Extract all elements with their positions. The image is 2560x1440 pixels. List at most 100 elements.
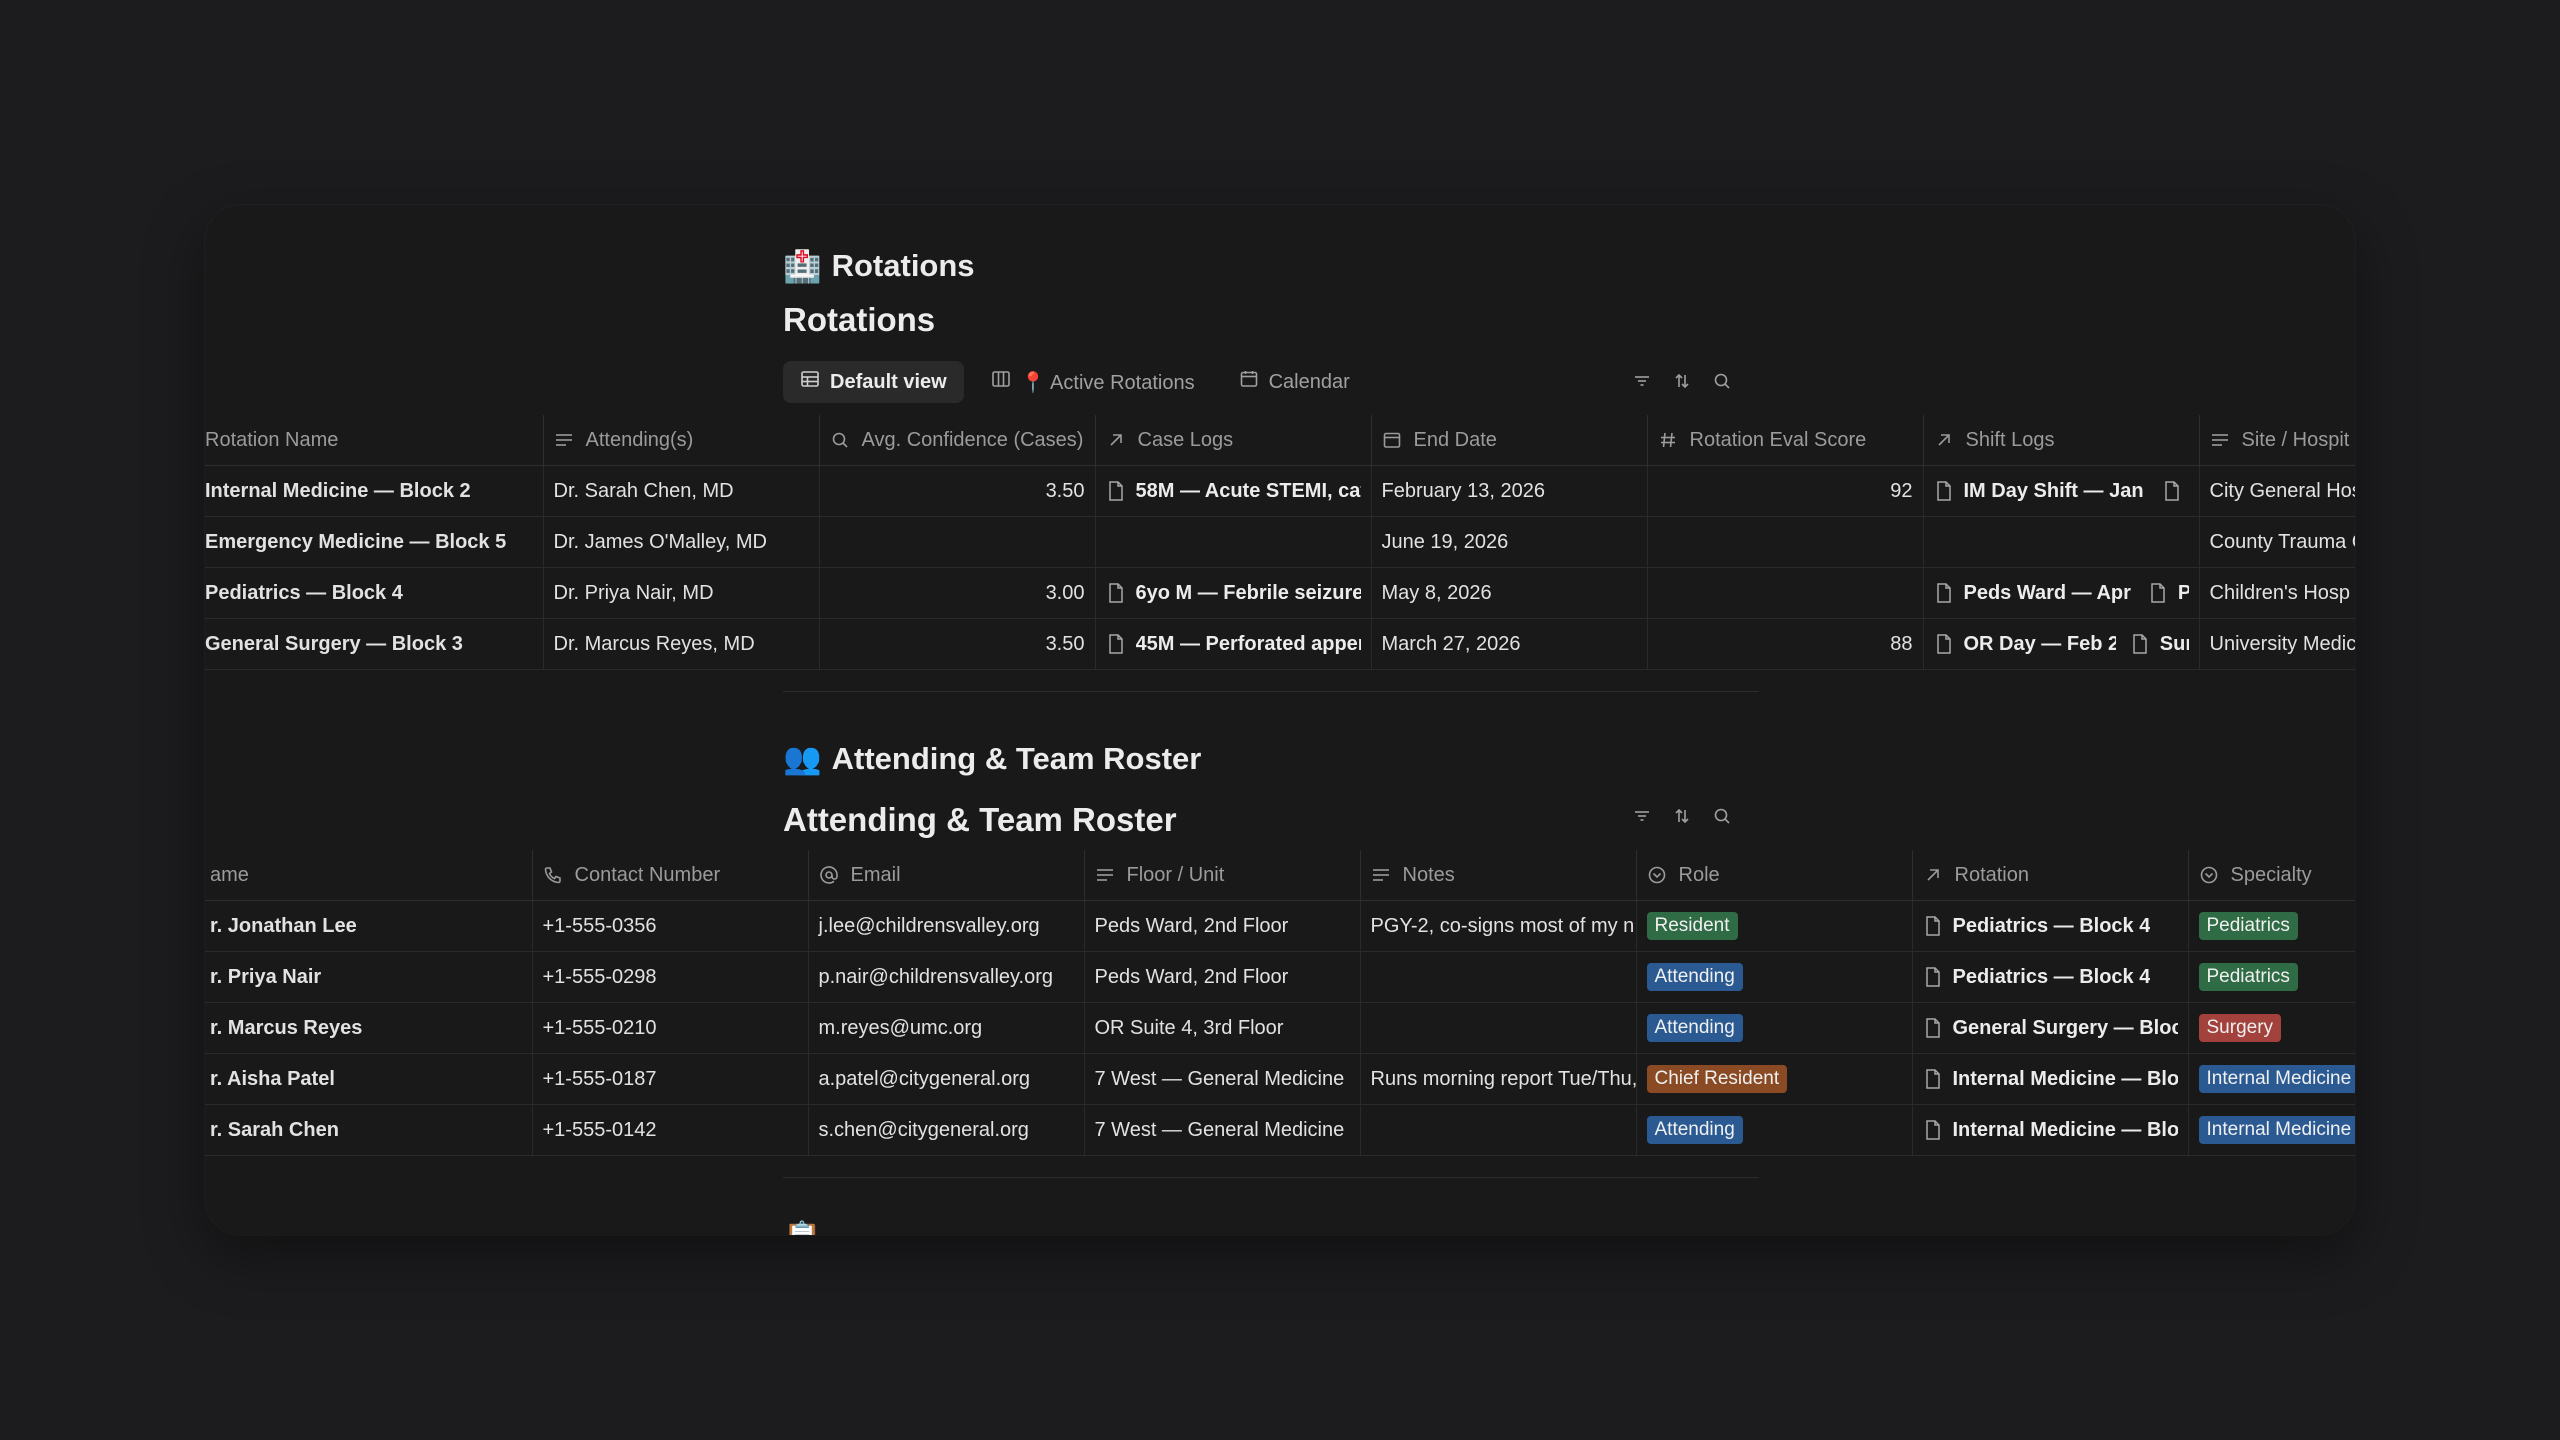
eval-score-cell[interactable]: 88 (1646, 618, 1923, 670)
name-cell[interactable]: r. Marcus Reyes (205, 1002, 532, 1054)
table-row[interactable]: Internal Medicine — Block 2 Dr. Sarah Ch… (205, 465, 2355, 517)
email-cell[interactable]: j.lee@childrensvalley.org (807, 900, 1084, 952)
filter-icon[interactable] (1632, 806, 1652, 826)
rotations-page-title[interactable]: 🏥 Rotations (783, 241, 975, 291)
search-icon[interactable] (1712, 371, 1732, 391)
specialty-cell[interactable]: Pediatrics (2187, 900, 2355, 952)
floor-cell[interactable]: Peds Ward, 2nd Floor (1083, 900, 1360, 952)
column-header-name[interactable]: ame (205, 850, 532, 901)
notes-cell[interactable]: Runs morning report Tue/Thu, (1359, 1053, 1636, 1105)
email-cell[interactable]: s.chen@citygeneral.org (807, 1104, 1084, 1156)
case-log-cell[interactable] (1094, 516, 1371, 568)
rotation-cell[interactable]: Pediatrics — Block 4 (1911, 951, 2188, 1003)
name-cell[interactable]: r. Aisha Patel (205, 1053, 532, 1105)
floor-cell[interactable]: OR Suite 4, 3rd Floor (1083, 1002, 1360, 1054)
eval-score-cell[interactable]: 92 (1646, 465, 1923, 517)
shift-logs-cell[interactable]: IM Day Shift — Jan 12 (1922, 465, 2199, 517)
rotation-name-cell[interactable]: General Surgery — Block 3 (205, 618, 543, 670)
column-header-rotation[interactable]: Rotation (1911, 850, 2188, 901)
notes-cell[interactable]: PGY-2, co-signs most of my n (1359, 900, 1636, 952)
role-cell[interactable]: Attending (1635, 1002, 1912, 1054)
end-date-cell[interactable]: March 27, 2026 (1370, 618, 1647, 670)
tab-active-rotations[interactable]: 📍 Active Rotations (974, 361, 1212, 403)
name-cell[interactable]: r. Jonathan Lee (205, 900, 532, 952)
end-date-cell[interactable]: February 13, 2026 (1370, 465, 1647, 517)
shift-logs-cell[interactable] (1922, 516, 2199, 568)
phone-cell[interactable]: +1-555-0187 (531, 1053, 808, 1105)
column-header-site[interactable]: Site / Hospit (2198, 415, 2355, 466)
attending-cell[interactable]: Dr. Marcus Reyes, MD (542, 618, 819, 670)
filter-icon[interactable] (1632, 371, 1652, 391)
email-cell[interactable]: p.nair@childrensvalley.org (807, 951, 1084, 1003)
column-header-contact[interactable]: Contact Number (531, 850, 808, 901)
column-header-role[interactable]: Role (1635, 850, 1912, 901)
column-header-end-date[interactable]: End Date (1370, 415, 1647, 466)
rotation-cell[interactable]: Internal Medicine — Block (1911, 1104, 2188, 1156)
site-cell[interactable]: City General Hos (2198, 465, 2355, 517)
rotations-db-title[interactable]: Rotations (783, 301, 935, 339)
tab-default-view[interactable]: Default view (783, 361, 964, 403)
column-header-notes[interactable]: Notes (1359, 850, 1636, 901)
phone-cell[interactable]: +1-555-0210 (531, 1002, 808, 1054)
attending-cell[interactable]: Dr. Priya Nair, MD (542, 567, 819, 619)
end-date-cell[interactable]: June 19, 2026 (1370, 516, 1647, 568)
name-cell[interactable]: r. Priya Nair (205, 951, 532, 1003)
table-row[interactable]: General Surgery — Block 3 Dr. Marcus Rey… (205, 618, 2355, 670)
table-row[interactable]: r. Aisha Patel +1-555-0187 a.patel@citygen… (205, 1053, 2355, 1105)
specialty-cell[interactable]: Internal Medicine (2187, 1053, 2355, 1105)
rotation-cell[interactable]: Internal Medicine — Block (1911, 1053, 2188, 1105)
eval-score-cell[interactable] (1646, 567, 1923, 619)
shift-logs-cell[interactable]: OR Day — Feb 24 Sur (1922, 618, 2199, 670)
role-cell[interactable]: Attending (1635, 951, 1912, 1003)
roster-page-title[interactable]: 👥 Attending & Team Roster (783, 740, 1201, 777)
rotation-cell[interactable]: Pediatrics — Block 4 (1911, 900, 2188, 952)
attending-cell[interactable]: Dr. Sarah Chen, MD (542, 465, 819, 517)
rotation-name-cell[interactable]: Pediatrics — Block 4 (205, 567, 543, 619)
rotation-cell[interactable]: General Surgery — Block (1911, 1002, 2188, 1054)
notes-cell[interactable] (1359, 1104, 1636, 1156)
phone-cell[interactable]: +1-555-0298 (531, 951, 808, 1003)
table-row[interactable]: Pediatrics — Block 4 Dr. Priya Nair, MD … (205, 567, 2355, 619)
search-icon[interactable] (1712, 806, 1732, 826)
column-header-eval-score[interactable]: Rotation Eval Score (1646, 415, 1923, 466)
column-header-specialty[interactable]: Specialty (2187, 850, 2355, 901)
column-header-email[interactable]: Email (807, 850, 1084, 901)
sort-icon[interactable] (1672, 806, 1692, 826)
table-row[interactable]: r. Priya Nair +1-555-0298 p.nair@childrens… (205, 951, 2355, 1003)
sort-icon[interactable] (1672, 371, 1692, 391)
case-log-cell[interactable]: 6yo M — Febrile seizure w (1094, 567, 1371, 619)
column-header-shift-logs[interactable]: Shift Logs (1922, 415, 2199, 466)
name-cell[interactable]: r. Sarah Chen (205, 1104, 532, 1156)
confidence-cell[interactable]: 3.00 (818, 567, 1095, 619)
specialty-cell[interactable]: Pediatrics (2187, 951, 2355, 1003)
shift-logs-cell[interactable]: Peds Ward — Apr 2 P (1922, 567, 2199, 619)
site-cell[interactable]: Children's Hosp (2198, 567, 2355, 619)
role-cell[interactable]: Resident (1635, 900, 1912, 952)
floor-cell[interactable]: 7 West — General Medicine (1083, 1104, 1360, 1156)
confidence-cell[interactable]: 3.50 (818, 465, 1095, 517)
phone-cell[interactable]: +1-555-0356 (531, 900, 808, 952)
column-header-attendings[interactable]: Attending(s) (542, 415, 819, 466)
email-cell[interactable]: m.reyes@umc.org (807, 1002, 1084, 1054)
next-section-title[interactable]: 📋 (783, 1219, 822, 1235)
column-header-floor[interactable]: Floor / Unit (1083, 850, 1360, 901)
eval-score-cell[interactable] (1646, 516, 1923, 568)
table-row[interactable]: Emergency Medicine — Block 5 Dr. James O… (205, 516, 2355, 568)
floor-cell[interactable]: Peds Ward, 2nd Floor (1083, 951, 1360, 1003)
column-header-case-logs[interactable]: Case Logs (1094, 415, 1371, 466)
floor-cell[interactable]: 7 West — General Medicine (1083, 1053, 1360, 1105)
email-cell[interactable]: a.patel@citygeneral.org (807, 1053, 1084, 1105)
table-row[interactable]: r. Sarah Chen +1-555-0142 s.chen@citygener… (205, 1104, 2355, 1156)
rotation-name-cell[interactable]: Emergency Medicine — Block 5 (205, 516, 543, 568)
roster-db-title[interactable]: Attending & Team Roster (783, 801, 1177, 839)
role-cell[interactable]: Attending (1635, 1104, 1912, 1156)
tab-calendar[interactable]: Calendar (1222, 361, 1367, 403)
column-header-avg-confidence[interactable]: Avg. Confidence (Cases) (818, 415, 1095, 466)
attending-cell[interactable]: Dr. James O'Malley, MD (542, 516, 819, 568)
column-header-rotation-name[interactable]: Rotation Name (205, 415, 543, 466)
confidence-cell[interactable] (818, 516, 1095, 568)
table-row[interactable]: r. Marcus Reyes +1-555-0210 m.reyes@umc.or… (205, 1002, 2355, 1054)
notes-cell[interactable] (1359, 1002, 1636, 1054)
case-log-cell[interactable]: 45M — Perforated appen (1094, 618, 1371, 670)
rotation-name-cell[interactable]: Internal Medicine — Block 2 (205, 465, 543, 517)
